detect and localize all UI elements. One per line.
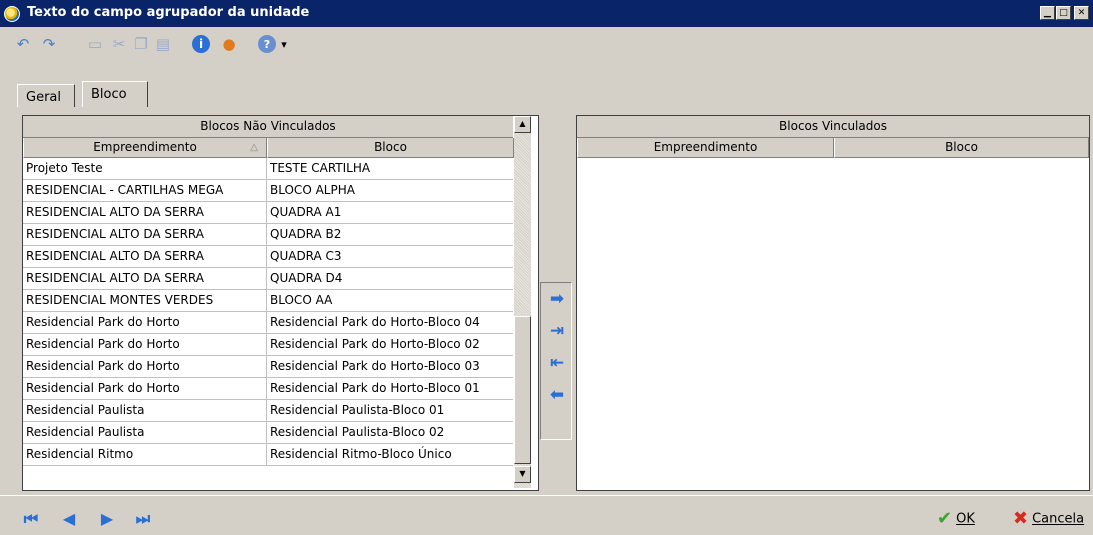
unlinked-blocks-grid: Blocos Não Vinculados Empreendimento △ B… — [22, 115, 539, 491]
arrow-right-all-icon[interactable]: ⇥ — [547, 321, 567, 341]
ok-label: OK — [956, 511, 975, 527]
arrow-left-all-icon[interactable]: ⇤ — [547, 353, 567, 373]
grid-title: Blocos Não Vinculados — [23, 116, 513, 138]
grid-title: Blocos Vinculados — [577, 116, 1089, 138]
table-row[interactable]: RESIDENCIAL ALTO DA SERRA QUADRA C3 — [23, 246, 513, 268]
scroll-thumb[interactable] — [514, 316, 531, 464]
table-row[interactable]: Residencial Paulista Residencial Paulista… — [23, 422, 513, 444]
checkmark-icon: ✔ — [937, 508, 953, 529]
cell-bloco: Residencial Paulista-Bloco 02 — [270, 425, 445, 439]
cell-empreendimento: RESIDENCIAL MONTES VERDES — [23, 290, 267, 312]
title-bar: Texto do campo agrupador da unidade ▁ □ … — [0, 0, 1093, 27]
cell-empreendimento: RESIDENCIAL - CARTILHAS MEGA — [23, 180, 267, 202]
cancel-label: Cancela — [1032, 511, 1085, 527]
info-icon[interactable]: i — [192, 35, 210, 53]
table-row[interactable]: Residencial Park do Horto Residencial Par… — [23, 312, 513, 334]
redo-icon[interactable]: ↷ — [40, 35, 58, 53]
cell-bloco: QUADRA D4 — [270, 271, 343, 285]
new-document-icon[interactable]: ▭ — [86, 35, 104, 53]
table-row[interactable]: Residencial Ritmo Residencial Ritmo-Bloco… — [23, 444, 513, 466]
table-row[interactable]: Residencial Paulista Residencial Paulista… — [23, 400, 513, 422]
cell-bloco: Residencial Park do Horto-Bloco 02 — [270, 337, 480, 351]
cell-empreendimento: Residencial Paulista — [23, 422, 267, 444]
cell-empreendimento: RESIDENCIAL ALTO DA SERRA — [23, 246, 267, 268]
cell-bloco: Residencial Park do Horto-Bloco 03 — [270, 359, 480, 373]
undo-icon[interactable]: ↶ — [14, 35, 32, 53]
tab-bloco[interactable]: Bloco — [82, 81, 148, 107]
cell-bloco: Residencial Park do Horto-Bloco 04 — [270, 315, 480, 329]
cell-bloco: QUADRA B2 — [270, 227, 342, 241]
table-row[interactable]: RESIDENCIAL MONTES VERDES BLOCO AA — [23, 290, 513, 312]
toolbar: ↶ ↷ ▭ ✂ ❐ ▤ i ● ? ▾ — [0, 27, 1093, 73]
copy-icon[interactable]: ❐ — [132, 35, 150, 53]
cell-empreendimento: Residencial Park do Horto — [23, 334, 267, 356]
ok-button[interactable]: ✔ OK — [937, 509, 975, 531]
cell-empreendimento: RESIDENCIAL ALTO DA SERRA — [23, 202, 267, 224]
cell-bloco: QUADRA C3 — [270, 249, 342, 263]
arrow-right-icon[interactable]: ➡ — [547, 289, 567, 309]
cell-empreendimento: Residencial Ritmo — [23, 444, 267, 466]
cell-bloco: QUADRA A1 — [270, 205, 342, 219]
column-header-bloco[interactable]: Bloco — [834, 138, 1089, 158]
paste-icon[interactable]: ▤ — [154, 35, 172, 53]
table-row[interactable]: Projeto Teste TESTE CARTILHA — [23, 158, 513, 180]
first-record-icon[interactable]: ⏮ — [22, 510, 40, 528]
chevron-down-icon[interactable]: ▾ — [275, 35, 293, 53]
cancel-button[interactable]: ✖ Cancela — [1013, 509, 1084, 531]
table-row[interactable]: Residencial Park do Horto Residencial Par… — [23, 334, 513, 356]
sort-ascending-icon: △ — [250, 142, 258, 153]
table-row[interactable]: Residencial Park do Horto Residencial Par… — [23, 356, 513, 378]
cut-icon[interactable]: ✂ — [110, 35, 128, 53]
scroll-down-button[interactable]: ▼ — [514, 466, 531, 483]
last-record-icon[interactable]: ⏭ — [134, 510, 152, 528]
table-row[interactable]: RESIDENCIAL - CARTILHAS MEGA BLOCO ALPHA — [23, 180, 513, 202]
table-row[interactable]: Residencial Park do Horto Residencial Par… — [23, 378, 513, 400]
cell-bloco: BLOCO ALPHA — [270, 183, 355, 197]
cell-empreendimento: Residencial Park do Horto — [23, 356, 267, 378]
cell-bloco: Residencial Paulista-Bloco 01 — [270, 403, 445, 417]
minimize-button[interactable]: ▁ — [1040, 6, 1055, 20]
user-icon[interactable]: ● — [220, 35, 238, 53]
cell-bloco: Residencial Park do Horto-Bloco 01 — [270, 381, 480, 395]
column-header-bloco[interactable]: Bloco — [267, 138, 514, 158]
bottom-bar: ⏮ ◀ ▶ ⏭ ✔ OK ✖ Cancela — [0, 495, 1093, 535]
previous-record-icon[interactable]: ◀ — [60, 510, 78, 528]
column-header-empreendimento[interactable]: Empreendimento △ — [23, 138, 267, 158]
tab-geral[interactable]: Geral — [17, 84, 75, 107]
scroll-up-button[interactable]: ▲ — [514, 116, 531, 133]
close-button[interactable]: ✕ — [1074, 6, 1089, 20]
table-row[interactable]: RESIDENCIAL ALTO DA SERRA QUADRA A1 — [23, 202, 513, 224]
cell-bloco: TESTE CARTILHA — [270, 161, 371, 175]
cell-empreendimento: Projeto Teste — [23, 158, 267, 180]
cancel-x-icon: ✖ — [1013, 508, 1029, 529]
app-icon — [4, 6, 20, 22]
table-row[interactable]: RESIDENCIAL ALTO DA SERRA QUADRA B2 — [23, 224, 513, 246]
column-header-label: Empreendimento — [93, 140, 197, 154]
arrow-left-icon[interactable]: ⬅ — [547, 385, 567, 405]
cell-empreendimento: Residencial Park do Horto — [23, 378, 267, 400]
vertical-scrollbar[interactable]: ▲ ▼ — [514, 116, 531, 488]
column-header-empreendimento[interactable]: Empreendimento — [577, 138, 834, 158]
maximize-button[interactable]: □ — [1056, 6, 1071, 20]
help-icon[interactable]: ? — [258, 35, 276, 53]
next-record-icon[interactable]: ▶ — [98, 510, 116, 528]
transfer-buttons-panel: ➡ ⇥ ⇤ ⬅ — [540, 282, 572, 440]
window-title: Texto do campo agrupador da unidade — [27, 5, 310, 20]
cell-empreendimento: Residencial Park do Horto — [23, 312, 267, 334]
cell-empreendimento: Residencial Paulista — [23, 400, 267, 422]
table-row[interactable]: RESIDENCIAL ALTO DA SERRA QUADRA D4 — [23, 268, 513, 290]
linked-blocks-grid: Blocos Vinculados Empreendimento Bloco — [576, 115, 1090, 491]
cell-empreendimento: RESIDENCIAL ALTO DA SERRA — [23, 268, 267, 290]
cell-bloco: BLOCO AA — [270, 293, 333, 307]
cell-bloco: Residencial Ritmo-Bloco Único — [270, 447, 452, 461]
cell-empreendimento: RESIDENCIAL ALTO DA SERRA — [23, 224, 267, 246]
